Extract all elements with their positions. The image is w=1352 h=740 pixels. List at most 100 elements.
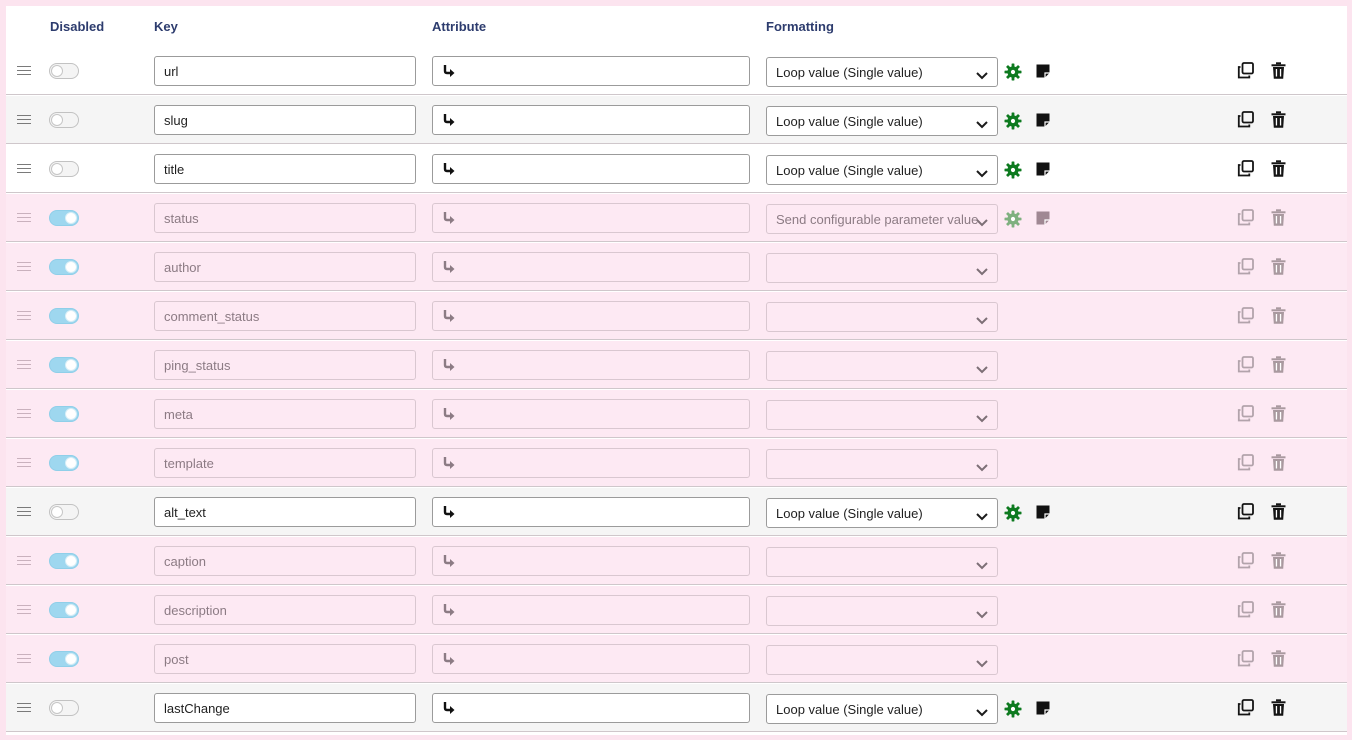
formatting-select[interactable]: Loop value (Single value) [766,106,998,136]
trash-icon[interactable] [1271,258,1286,275]
copy-icon[interactable] [1237,209,1254,226]
attribute-input[interactable] [432,399,750,429]
disabled-toggle[interactable] [49,161,79,177]
attribute-input[interactable] [432,546,750,576]
disabled-toggle[interactable] [49,553,79,569]
formatting-select[interactable] [766,302,998,332]
trash-icon[interactable] [1271,699,1286,716]
gear-icon[interactable] [1004,210,1022,228]
formatting-select[interactable] [766,547,998,577]
formatting-select[interactable]: Loop value (Single value) [766,155,998,185]
attribute-input[interactable] [432,350,750,380]
disabled-toggle[interactable] [49,455,79,471]
attribute-input[interactable] [432,693,750,723]
note-icon[interactable] [1035,210,1051,226]
disabled-toggle[interactable] [49,112,79,128]
copy-icon[interactable] [1237,601,1254,618]
note-icon[interactable] [1035,161,1051,177]
drag-handle-icon[interactable] [17,703,31,712]
attribute-input[interactable] [432,154,750,184]
key-input[interactable]: url [154,56,416,86]
drag-handle-icon[interactable] [17,409,31,418]
trash-icon[interactable] [1271,209,1286,226]
formatting-select[interactable] [766,253,998,283]
attribute-input[interactable] [432,595,750,625]
key-input[interactable]: status [154,203,416,233]
copy-icon[interactable] [1237,356,1254,373]
attribute-input[interactable] [432,301,750,331]
note-icon[interactable] [1035,63,1051,79]
drag-handle-icon[interactable] [17,213,31,222]
key-input[interactable]: slug [154,105,416,135]
disabled-toggle[interactable] [49,602,79,618]
drag-handle-icon[interactable] [17,654,31,663]
key-input[interactable]: author [154,252,416,282]
note-icon[interactable] [1035,504,1051,520]
trash-icon[interactable] [1271,307,1286,324]
disabled-toggle[interactable] [49,651,79,667]
drag-handle-icon[interactable] [17,115,31,124]
drag-handle-icon[interactable] [17,360,31,369]
copy-icon[interactable] [1237,62,1254,79]
disabled-toggle[interactable] [49,63,79,79]
copy-icon[interactable] [1237,160,1254,177]
key-input[interactable]: lastChange [154,693,416,723]
disabled-toggle[interactable] [49,700,79,716]
attribute-input[interactable] [432,252,750,282]
copy-icon[interactable] [1237,699,1254,716]
copy-icon[interactable] [1237,650,1254,667]
key-input[interactable]: ping_status [154,350,416,380]
key-input[interactable]: title [154,154,416,184]
formatting-select[interactable]: Send configurable parameter value [766,204,998,234]
drag-handle-icon[interactable] [17,507,31,516]
drag-handle-icon[interactable] [17,458,31,467]
formatting-select[interactable]: Loop value (Single value) [766,57,998,87]
gear-icon[interactable] [1004,504,1022,522]
drag-handle-icon[interactable] [17,164,31,173]
drag-handle-icon[interactable] [17,262,31,271]
note-icon[interactable] [1035,112,1051,128]
trash-icon[interactable] [1271,356,1286,373]
trash-icon[interactable] [1271,111,1286,128]
attribute-input[interactable] [432,203,750,233]
attribute-input[interactable] [432,105,750,135]
formatting-select[interactable] [766,645,998,675]
trash-icon[interactable] [1271,454,1286,471]
copy-icon[interactable] [1237,258,1254,275]
key-input[interactable]: template [154,448,416,478]
key-input[interactable]: description [154,595,416,625]
trash-icon[interactable] [1271,650,1286,667]
key-input[interactable]: comment_status [154,301,416,331]
attribute-input[interactable] [432,644,750,674]
formatting-select[interactable]: Loop value (Single value) [766,694,998,724]
trash-icon[interactable] [1271,405,1286,422]
trash-icon[interactable] [1271,160,1286,177]
trash-icon[interactable] [1271,503,1286,520]
key-input[interactable]: meta [154,399,416,429]
attribute-input[interactable] [432,56,750,86]
disabled-toggle[interactable] [49,406,79,422]
drag-handle-icon[interactable] [17,605,31,614]
copy-icon[interactable] [1237,503,1254,520]
note-icon[interactable] [1035,700,1051,716]
key-input[interactable]: caption [154,546,416,576]
drag-handle-icon[interactable] [17,66,31,75]
drag-handle-icon[interactable] [17,311,31,320]
copy-icon[interactable] [1237,405,1254,422]
attribute-input[interactable] [432,448,750,478]
gear-icon[interactable] [1004,161,1022,179]
formatting-select[interactable] [766,351,998,381]
key-input[interactable]: alt_text [154,497,416,527]
copy-icon[interactable] [1237,552,1254,569]
disabled-toggle[interactable] [49,357,79,373]
copy-icon[interactable] [1237,454,1254,471]
disabled-toggle[interactable] [49,210,79,226]
disabled-toggle[interactable] [49,308,79,324]
trash-icon[interactable] [1271,552,1286,569]
gear-icon[interactable] [1004,700,1022,718]
formatting-select[interactable] [766,596,998,626]
trash-icon[interactable] [1271,601,1286,618]
disabled-toggle[interactable] [49,259,79,275]
disabled-toggle[interactable] [49,504,79,520]
trash-icon[interactable] [1271,62,1286,79]
